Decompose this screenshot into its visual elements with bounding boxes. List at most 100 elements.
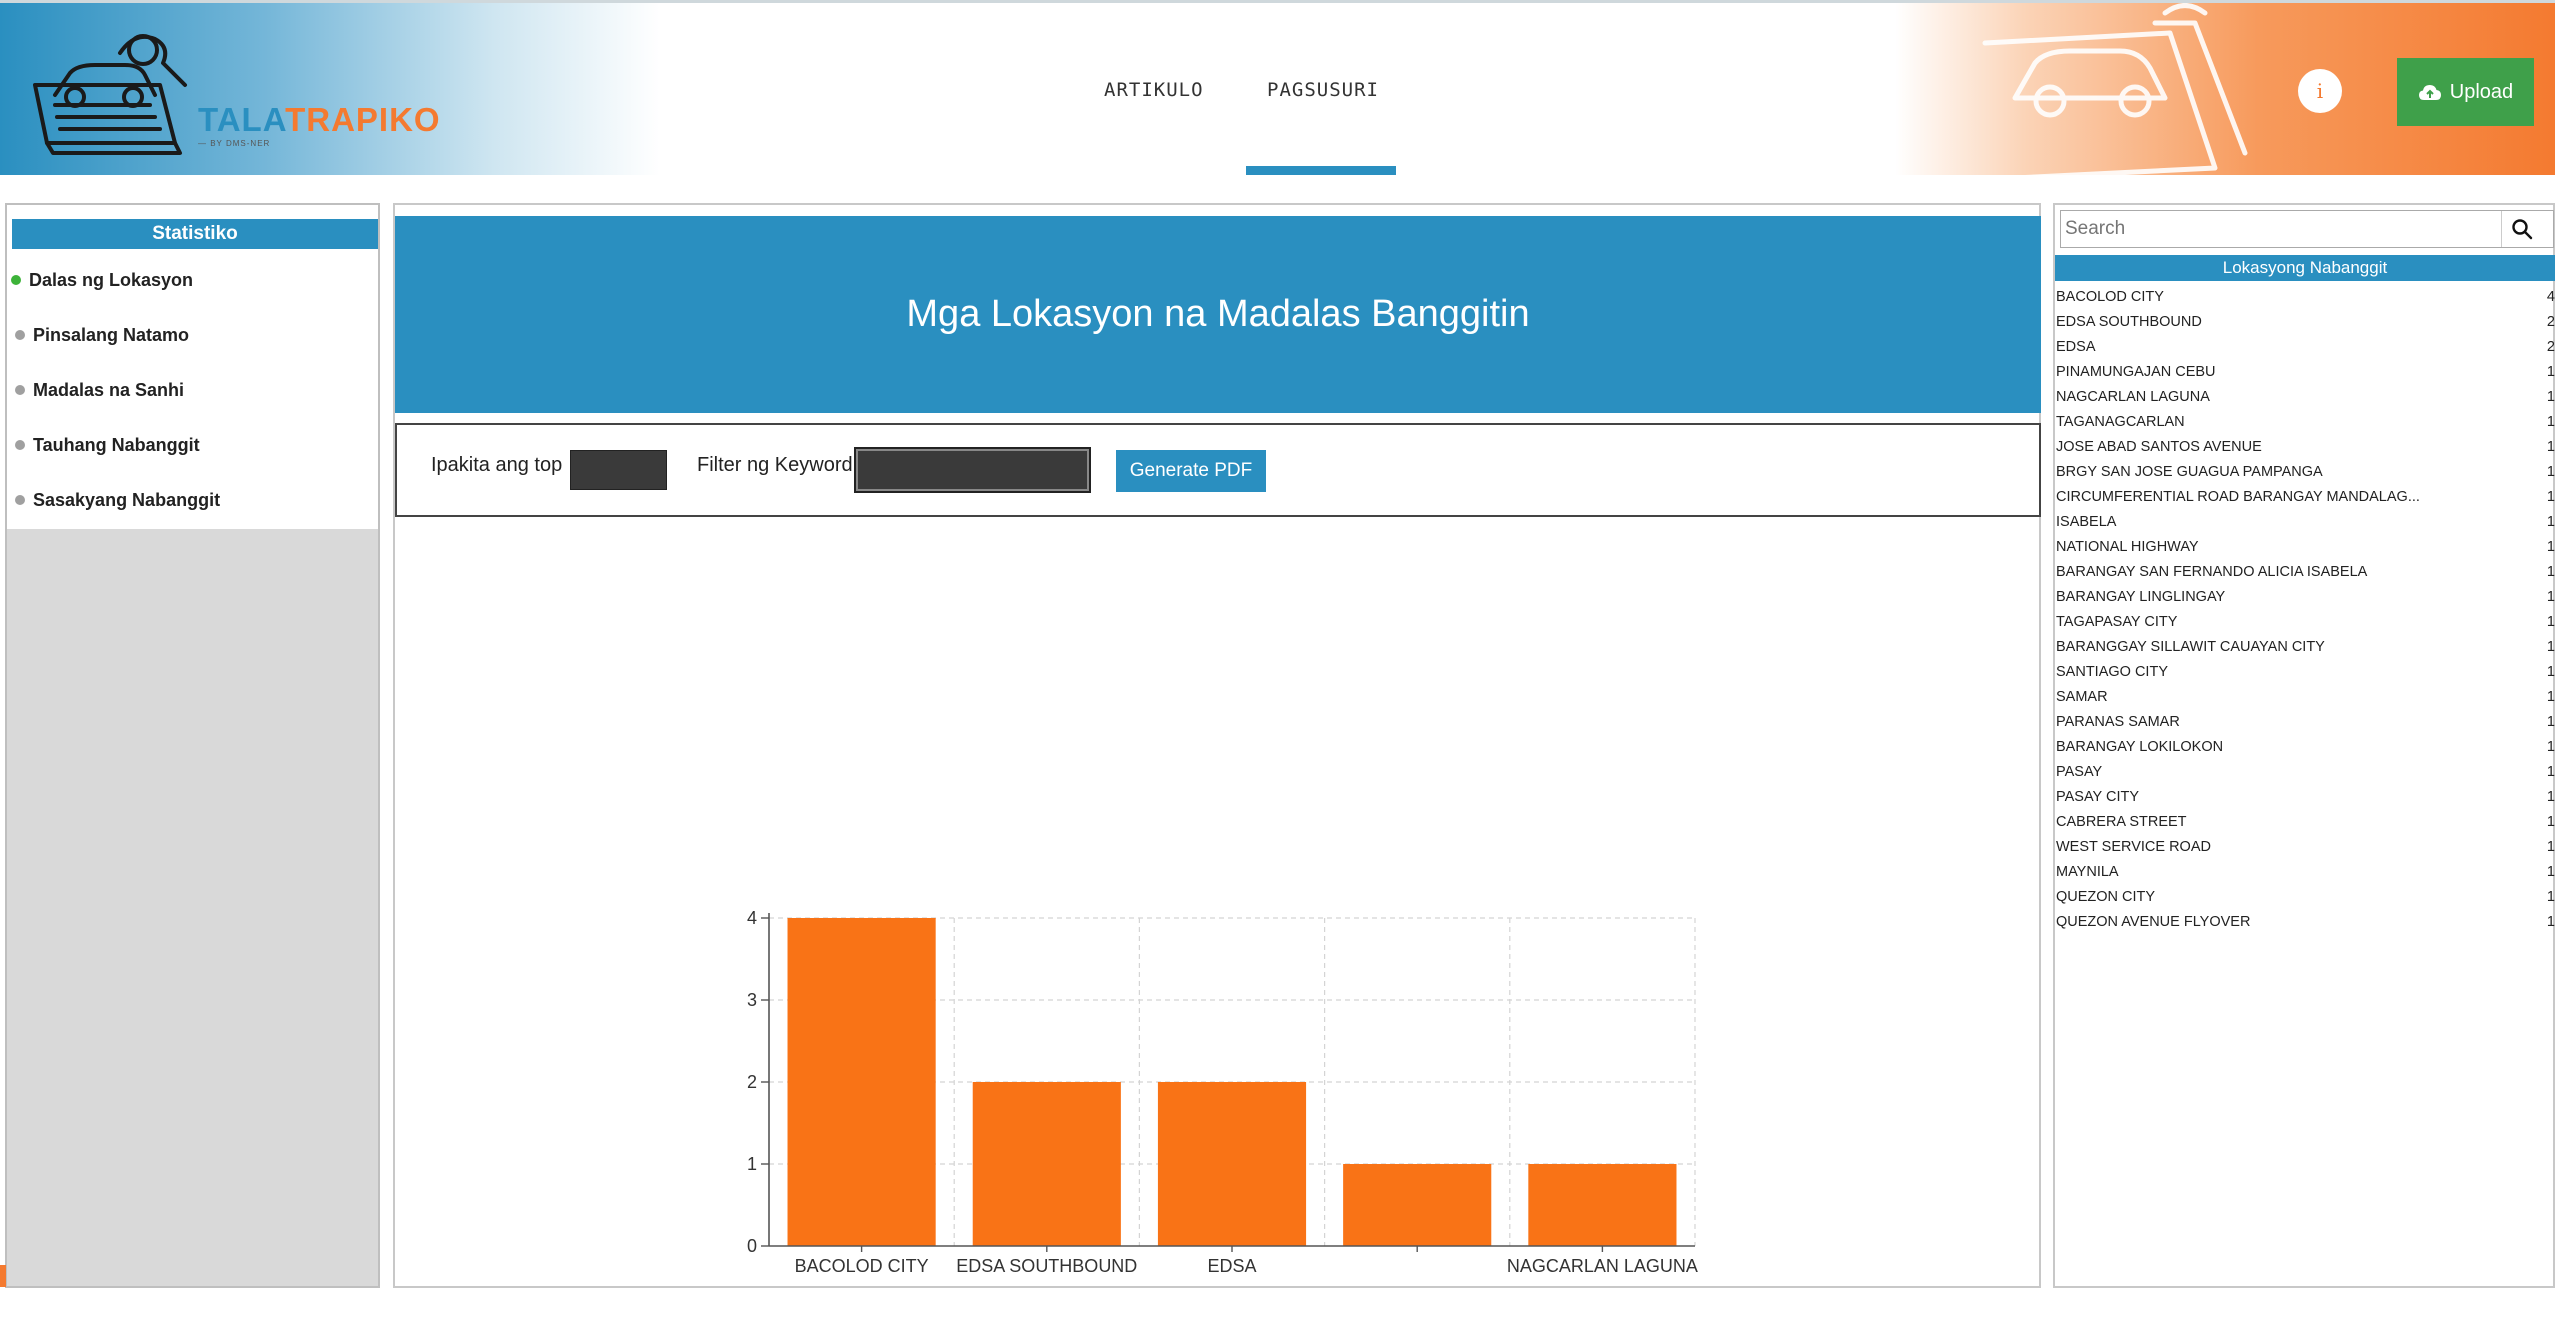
dot-icon	[15, 330, 25, 340]
bar	[1157, 1082, 1307, 1246]
location-name: MAYNILA	[2056, 864, 2119, 880]
location-count: 1	[2546, 764, 2555, 780]
location-row[interactable]: BARANGAY LINGLINGAY 1	[2055, 585, 2555, 610]
location-name: NATIONAL HIGHWAY	[2056, 539, 2199, 555]
location-name: PINAMUNGAJAN CEBU	[2056, 364, 2216, 380]
location-row[interactable]: WEST SERVICE ROAD 1	[2055, 835, 2555, 860]
location-row[interactable]: NATIONAL HIGHWAY 1	[2055, 535, 2555, 560]
location-count: 1	[2546, 464, 2555, 480]
stats-sidebar: Statistiko Dalas ng Lokasyon Pinsalang N…	[5, 203, 380, 1288]
location-row[interactable]: SAMAR 1	[2055, 685, 2555, 710]
location-name: QUEZON CITY	[2056, 889, 2156, 905]
location-row[interactable]: TAGAPASAY CITY 1	[2055, 610, 2555, 635]
location-row[interactable]: BARANGGAY SILLAWIT CAUAYAN CITY 1	[2055, 635, 2555, 660]
upload-button[interactable]: Upload	[2397, 58, 2534, 126]
locations-panel: Lokasyong Nabanggit BACOLOD CITY 4 EDSA SO…	[2053, 203, 2555, 1288]
sidebar-item-label: Dalas ng Lokasyon	[29, 269, 194, 290]
location-count: 1	[2546, 714, 2555, 730]
location-count: 1	[2546, 614, 2555, 630]
x-tick-label: EDSA	[1207, 1256, 1256, 1276]
x-tick-label: EDSA SOUTHBOUND	[956, 1256, 1137, 1276]
location-count: 1	[2546, 389, 2555, 405]
locations-header: Lokasyong Nabanggit	[2055, 255, 2555, 281]
sidebar-title: Statistiko	[12, 219, 378, 249]
cloud-upload-icon	[2418, 85, 2441, 100]
brand-logo-text: TALATRAPIKO	[198, 101, 441, 139]
brand-name-part2: TRAPIKO	[285, 101, 441, 138]
location-row[interactable]: PASAY CITY 1	[2055, 785, 2555, 810]
location-row[interactable]: NAGCARLAN LAGUNA 1	[2055, 385, 2555, 410]
info-icon[interactable]: i	[2298, 69, 2342, 113]
location-count: 1	[2546, 564, 2555, 580]
top-header: TALATRAPIKO — BY DMS-NER ARTIKULO PAGSUS…	[0, 0, 2555, 175]
newspaper-car-decoration-icon	[1982, 3, 2248, 175]
location-row[interactable]: QUEZON CITY 1	[2055, 885, 2555, 910]
location-row[interactable]: CIRCUMFERENTIAL ROAD BARANGAY MANDALAG..…	[2055, 485, 2555, 510]
active-dot-icon	[11, 275, 21, 285]
location-row[interactable]: PASAY 1	[2055, 760, 2555, 785]
sidebar-item-madalas-na-sanhi[interactable]: Madalas na Sanhi	[15, 375, 184, 405]
location-count: 2	[2546, 339, 2555, 355]
location-count: 1	[2546, 489, 2555, 505]
location-count: 1	[2546, 789, 2555, 805]
y-tick-label: 3	[747, 990, 757, 1010]
bar	[972, 1082, 1121, 1246]
location-name: SANTIAGO CITY	[2056, 664, 2168, 680]
location-row[interactable]: MAYNILA 1	[2055, 860, 2555, 885]
location-row[interactable]: BARANGAY LOKILOKON 1	[2055, 735, 2555, 760]
location-count: 1	[2546, 689, 2555, 705]
location-row[interactable]: JOSE ABAD SANTOS AVENUE 1	[2055, 435, 2555, 460]
location-name: BARANGAY SAN FERNANDO ALICIA ISABELA	[2056, 564, 2368, 580]
location-row[interactable]: BARANGAY SAN FERNANDO ALICIA ISABELA 1	[2055, 560, 2555, 585]
location-row[interactable]: EDSA SOUTHBOUND 2	[2055, 310, 2555, 335]
location-count: 2	[2546, 314, 2555, 330]
location-count: 1	[2546, 739, 2555, 755]
location-count: 1	[2546, 664, 2555, 680]
sidebar-item-tauhang-nabanggit[interactable]: Tauhang Nabanggit	[15, 430, 200, 460]
dot-icon	[15, 440, 25, 450]
location-row[interactable]: CABRERA STREET 1	[2055, 810, 2555, 835]
tab-pagsusuri[interactable]: PAGSUSURI	[1267, 79, 1379, 101]
sidebar-item-label: Sasakyang Nabanggit	[33, 489, 221, 510]
main-panel: Mga Lokasyon na Madalas Banggitin Ipakit…	[393, 203, 2041, 1288]
x-tick-label: NAGCARLAN LAGUNA	[1507, 1256, 1698, 1276]
bar	[1343, 1164, 1492, 1246]
location-row[interactable]: PINAMUNGAJAN CEBU 1	[2055, 360, 2555, 385]
location-count: 1	[2546, 539, 2555, 555]
location-row[interactable]: BACOLOD CITY 4	[2055, 285, 2555, 310]
location-row[interactable]: QUEZON AVENUE FLYOVER 1	[2055, 910, 2555, 935]
location-name: SAMAR	[2056, 689, 2108, 705]
location-row[interactable]: TAGANAGCARLAN 1	[2055, 410, 2555, 435]
location-row[interactable]: SANTIAGO CITY 1	[2055, 660, 2555, 685]
sidebar-item-label: Tauhang Nabanggit	[33, 434, 200, 455]
search-input[interactable]	[2061, 211, 2501, 247]
location-count: 1	[2546, 889, 2555, 905]
location-row[interactable]: PARANAS SAMAR 1	[2055, 710, 2555, 735]
location-name: PARANAS SAMAR	[2056, 714, 2180, 730]
tab-artikulo[interactable]: ARTIKULO	[1104, 79, 1204, 101]
location-row[interactable]: EDSA 2	[2055, 335, 2555, 360]
search-icon[interactable]	[2501, 211, 2541, 247]
location-row[interactable]: BRGY SAN JOSE GUAGUA PAMPANGA 1	[2055, 460, 2555, 485]
location-name: WEST SERVICE ROAD	[2056, 839, 2211, 855]
location-name: ISABELA	[2056, 514, 2117, 530]
location-name: PASAY	[2056, 764, 2103, 780]
location-name: PASAY CITY	[2056, 789, 2139, 805]
left-edge-marker	[0, 1265, 6, 1287]
location-frequency-chart: 0 1 2 3 4 BACOLOD CITY EDSA SOUTHBOUND EDSA NAGC…	[747, 908, 1698, 1276]
bar	[1528, 1164, 1677, 1246]
sidebar-item-pinsalang-natamo[interactable]: Pinsalang Natamo	[15, 320, 189, 350]
location-count: 1	[2546, 364, 2555, 380]
location-row[interactable]: ISABELA 1	[2055, 510, 2555, 535]
location-name: BACOLOD CITY	[2056, 289, 2164, 305]
dot-icon	[15, 495, 25, 505]
location-count: 1	[2546, 864, 2555, 880]
location-name: EDSA	[2056, 339, 2096, 355]
sidebar-item-dalas-ng-lokasyon[interactable]: Dalas ng Lokasyon	[11, 265, 193, 295]
newspaper-car-icon	[33, 34, 187, 155]
upload-label: Upload	[2449, 80, 2514, 103]
location-count: 1	[2546, 439, 2555, 455]
location-name: QUEZON AVENUE FLYOVER	[2056, 914, 2251, 930]
sidebar-item-label: Pinsalang Natamo	[33, 324, 190, 345]
sidebar-item-sasakyang-nabanggit[interactable]: Sasakyang Nabanggit	[15, 485, 220, 515]
